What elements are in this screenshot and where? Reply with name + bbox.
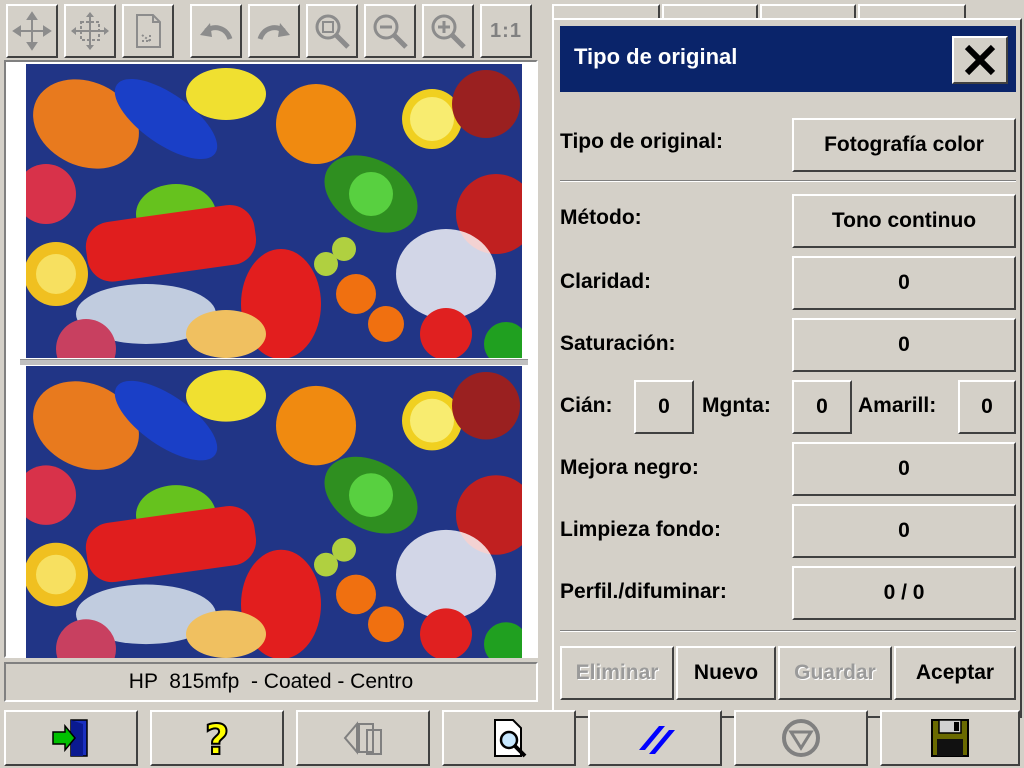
zoom-out-icon bbox=[373, 14, 408, 49]
save-icon bbox=[931, 719, 969, 757]
move-button[interactable] bbox=[6, 4, 58, 58]
redo-button[interactable] bbox=[248, 4, 300, 58]
black-enhance-label: Mejora negro: bbox=[560, 456, 699, 479]
splitter-bar[interactable] bbox=[20, 359, 528, 366]
lightness-field[interactable]: 0 bbox=[792, 256, 1016, 310]
fit-page-button[interactable] bbox=[64, 4, 116, 58]
save-setting-button[interactable]: Guardar bbox=[778, 646, 892, 700]
exit-icon bbox=[52, 719, 88, 757]
crop-document-button[interactable] bbox=[122, 4, 174, 58]
magenta-label: Mgnta: bbox=[702, 394, 771, 417]
zoom-out-button[interactable] bbox=[364, 4, 416, 58]
saturation-field[interactable]: 0 bbox=[792, 318, 1016, 372]
original-type-select[interactable]: Fotografía color bbox=[792, 118, 1016, 172]
rotate-page-button[interactable] bbox=[296, 710, 430, 766]
exit-button[interactable] bbox=[4, 710, 138, 766]
delete-button[interactable]: Eliminar bbox=[560, 646, 674, 700]
zoom-area-icon bbox=[315, 14, 350, 49]
stop-button[interactable] bbox=[734, 710, 868, 766]
undo-icon bbox=[200, 23, 233, 41]
divider bbox=[560, 180, 1016, 182]
status-bar: HP 815mfp - Coated - Centro bbox=[4, 662, 538, 702]
method-label: Método: bbox=[560, 206, 642, 229]
preview-image-adjusted bbox=[26, 366, 522, 658]
original-type-dialog: Tipo de original Tipo de original: Fotog… bbox=[552, 18, 1022, 718]
yellow-field[interactable]: 0 bbox=[958, 380, 1016, 434]
actual-size-button[interactable]: 1:1 bbox=[480, 4, 532, 58]
actual-size-icon: 1:1 bbox=[490, 19, 522, 42]
save-button[interactable] bbox=[880, 710, 1020, 766]
status-text: HP 815mfp - Coated - Centro bbox=[128, 670, 414, 693]
close-button[interactable] bbox=[952, 36, 1008, 84]
redo-icon bbox=[257, 23, 290, 41]
fit-page-icon bbox=[71, 12, 109, 50]
lightness-label: Claridad: bbox=[560, 270, 652, 293]
help-button[interactable]: ? bbox=[150, 710, 284, 766]
close-icon bbox=[964, 44, 996, 76]
preview-search-icon bbox=[494, 719, 527, 758]
method-select[interactable]: Tono continuo bbox=[792, 194, 1016, 248]
move-icon bbox=[12, 11, 52, 51]
zoom-area-button[interactable] bbox=[306, 4, 358, 58]
accept-button[interactable]: Aceptar bbox=[894, 646, 1016, 700]
media-icon bbox=[639, 726, 675, 754]
sharpen-blur-label: Perfil./difuminar: bbox=[560, 580, 727, 603]
magenta-field[interactable]: 0 bbox=[792, 380, 852, 434]
preview-image-original bbox=[26, 64, 522, 358]
dialog-title-bar: Tipo de original bbox=[560, 26, 1016, 92]
original-type-label: Tipo de original: bbox=[560, 130, 723, 153]
stop-icon bbox=[782, 719, 820, 757]
media-button[interactable] bbox=[588, 710, 722, 766]
saturation-label: Saturación: bbox=[560, 332, 676, 355]
rotate-page-icon bbox=[343, 721, 382, 755]
divider bbox=[560, 630, 1016, 632]
svg-text:?: ? bbox=[205, 716, 229, 760]
cyan-label: Cián: bbox=[560, 394, 613, 417]
crop-document-icon bbox=[136, 14, 161, 48]
black-enhance-field[interactable]: 0 bbox=[792, 442, 1016, 496]
help-icon: ? bbox=[204, 716, 230, 760]
sharpen-blur-field[interactable]: 0 / 0 bbox=[792, 566, 1016, 620]
preview-pane[interactable] bbox=[4, 60, 538, 658]
zoom-in-icon bbox=[431, 14, 466, 49]
cyan-field[interactable]: 0 bbox=[634, 380, 694, 434]
yellow-label: Amarill: bbox=[858, 394, 937, 417]
undo-button[interactable] bbox=[190, 4, 242, 58]
zoom-in-button[interactable] bbox=[422, 4, 474, 58]
preview-search-button[interactable] bbox=[442, 710, 576, 766]
background-cleanup-label: Limpieza fondo: bbox=[560, 518, 721, 541]
background-cleanup-field[interactable]: 0 bbox=[792, 504, 1016, 558]
new-button[interactable]: Nuevo bbox=[676, 646, 776, 700]
dialog-title: Tipo de original bbox=[574, 44, 738, 69]
